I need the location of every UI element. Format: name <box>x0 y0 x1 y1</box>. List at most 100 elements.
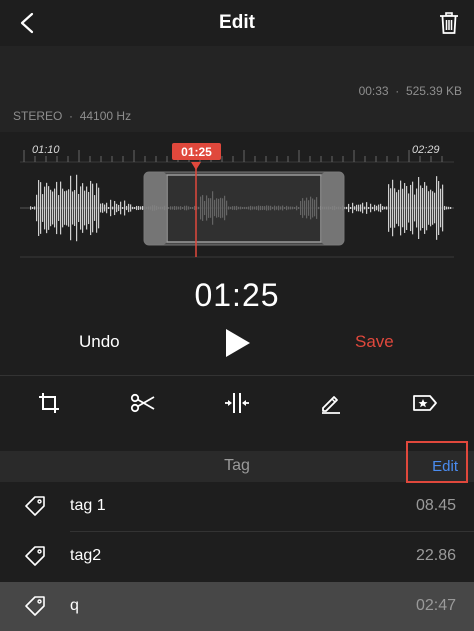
waveform-sample <box>58 195 60 221</box>
divider <box>0 375 474 376</box>
page-title: Edit <box>219 12 255 33</box>
waveform-sample <box>126 205 128 211</box>
waveform-sample <box>78 193 80 223</box>
waveform-sample <box>394 188 396 228</box>
waveform-sample <box>368 207 370 209</box>
edit-screen: Edit 00:33 · 525.39 KB STEREO · 44100 Hz <box>0 0 474 631</box>
waveform-sample <box>38 180 40 236</box>
waveform-sample <box>100 203 102 213</box>
waveform-sample <box>118 204 120 212</box>
waveform-end-time: 02:29 <box>412 144 440 156</box>
tag-star-icon <box>413 395 437 411</box>
selection-right-handle[interactable] <box>321 172 344 245</box>
waveform-sample <box>134 206 136 210</box>
selection-frame[interactable] <box>143 171 345 246</box>
waveform-sample <box>90 180 92 236</box>
waveform-sample <box>142 206 144 210</box>
waveform-sample <box>374 204 376 212</box>
waveform-sample <box>380 203 382 213</box>
tag-row[interactable]: tag2 22.86 <box>0 532 474 582</box>
waveform-start-time: 01:10 <box>32 144 60 156</box>
selection-left-handle[interactable] <box>144 172 167 245</box>
waveform-sample <box>416 188 418 228</box>
waveform-sample <box>108 207 110 209</box>
waveform-sample <box>352 202 354 214</box>
scissors-icon <box>130 393 155 413</box>
waveform-sample <box>74 190 76 226</box>
edit-toolbar <box>0 380 474 426</box>
crop-icon <box>39 393 59 413</box>
tag-icon <box>25 496 45 516</box>
tag-row[interactable]: tag 1 08.45 <box>0 482 474 532</box>
play-button[interactable] <box>223 327 253 359</box>
waveform-sample <box>98 187 100 229</box>
waveform-sample <box>446 206 448 210</box>
crop-button[interactable] <box>36 390 62 416</box>
tags-edit-button[interactable]: Edit <box>432 458 458 475</box>
waveform-sample <box>140 206 142 210</box>
save-button[interactable]: Save <box>355 332 394 352</box>
trash-icon <box>440 12 458 34</box>
undo-button[interactable]: Undo <box>79 332 120 352</box>
waveform-sample <box>48 186 50 230</box>
waveform-sample <box>46 182 48 234</box>
channels-label: STEREO <box>13 109 63 123</box>
waveform-sample <box>450 207 452 209</box>
waveform-sample <box>36 194 38 222</box>
waveform-sample <box>104 204 106 212</box>
waveform-sample <box>114 200 116 216</box>
split-button[interactable] <box>224 390 250 416</box>
tag-name: tag2 <box>70 547 102 564</box>
waveform-sample <box>382 206 384 210</box>
chevron-left-icon <box>20 12 34 34</box>
waveform-sample <box>130 204 132 212</box>
back-button[interactable] <box>12 8 42 38</box>
playhead-time-badge: 01:25 <box>172 143 221 160</box>
waveform-sample <box>410 184 412 232</box>
waveform-sample <box>80 186 82 230</box>
waveform-sample <box>76 174 78 242</box>
waveform-sample <box>70 175 72 241</box>
tag-icon <box>25 546 45 566</box>
waveform-editor[interactable]: 01:10 02:29 01:25 <box>0 132 474 267</box>
waveform-sample <box>360 204 362 212</box>
waveform-sample <box>444 205 446 211</box>
waveform-sample <box>402 188 404 228</box>
waveform-sample <box>404 183 406 233</box>
waveform-sample <box>354 206 356 210</box>
rename-button[interactable] <box>318 390 344 416</box>
waveform-sample <box>128 203 130 213</box>
tag-section-header: Tag Edit <box>0 451 474 482</box>
waveform-sample <box>442 184 444 232</box>
file-duration: 00:33 <box>358 84 389 98</box>
cut-button[interactable] <box>130 390 156 416</box>
waveform-canvas[interactable] <box>0 132 474 267</box>
waveform-sample <box>396 192 398 224</box>
waveform-sample <box>376 205 378 211</box>
waveform-sample <box>102 203 104 213</box>
waveform-sample <box>84 190 86 226</box>
waveform-sample <box>428 191 430 225</box>
waveform-sample <box>398 189 400 227</box>
current-time-display: 01:25 <box>194 277 280 313</box>
waveform-sample <box>72 191 74 225</box>
waveform-sample <box>364 206 366 210</box>
tag-icon <box>25 596 45 616</box>
waveform-sample <box>438 180 440 236</box>
audio-format-meta: STEREO · 44100 Hz <box>13 109 132 123</box>
delete-button[interactable] <box>434 8 464 38</box>
waveform-sample <box>370 203 372 213</box>
waveform-sample <box>356 204 358 212</box>
waveform-sample <box>346 206 348 210</box>
waveform-sample <box>60 181 62 235</box>
tag-row-selected[interactable]: q 02:47 <box>0 582 474 631</box>
add-tag-button[interactable] <box>412 390 438 416</box>
tag-time: 22.86 <box>415 547 456 564</box>
waveform-sample <box>412 181 414 235</box>
waveform-sample <box>366 202 368 214</box>
waveform-sample <box>384 206 386 210</box>
file-size: 525.39 KB <box>405 84 462 98</box>
waveform-sample <box>426 185 428 231</box>
play-icon <box>226 329 250 357</box>
waveform-sample <box>348 203 350 213</box>
